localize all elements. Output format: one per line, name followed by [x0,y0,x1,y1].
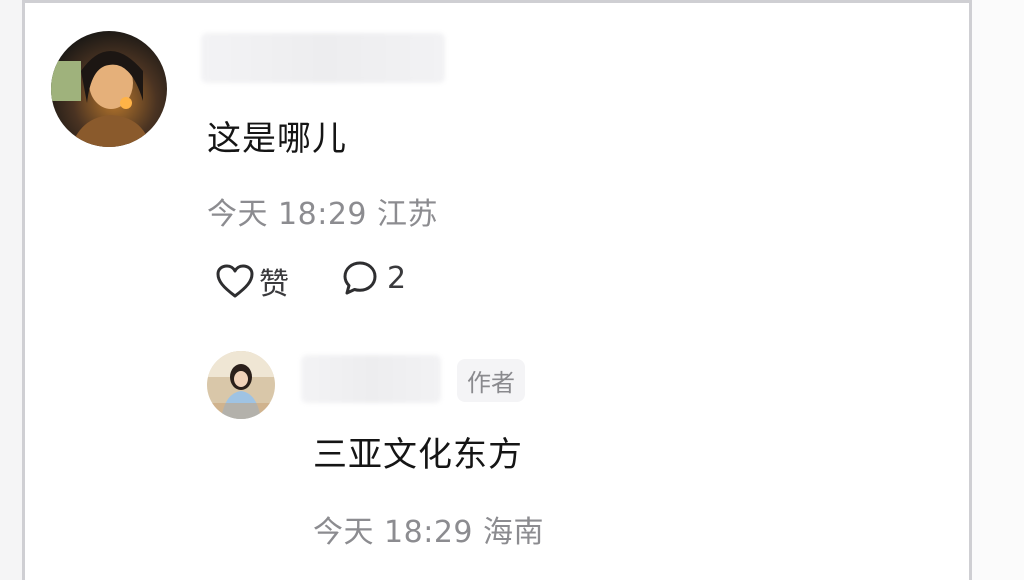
reply-text: 三亚文化东方 [313,435,523,475]
comment-meta: 今天 18:29 江苏 [207,189,438,233]
comment-panel: 这是哪儿 今天 18:29 江苏 赞 2 作者 三亚文化东方 今天 18:29 … [22,0,972,580]
reply-location: 海南 [483,515,545,550]
comment-text: 这是哪儿 [207,119,347,159]
author-name-redacted [301,355,441,403]
heart-icon [215,263,255,299]
comment-time: 今天 18:29 [207,197,367,232]
comment-location: 江苏 [377,197,439,232]
comment-bubble-icon [341,259,379,297]
author-avatar[interactable] [207,351,275,419]
commenter-name-redacted [201,33,445,83]
like-button[interactable]: 赞 [215,259,289,303]
commenter-avatar[interactable] [51,31,167,147]
author-badge: 作者 [457,359,525,402]
like-label: 赞 [259,267,289,302]
cut-off-actions [321,573,571,580]
reply-count-button[interactable]: 2 [341,259,406,297]
reply-count: 2 [387,260,407,296]
right-margin [972,0,1024,580]
reply-meta: 今天 18:29 海南 [313,507,544,551]
reply-time: 今天 18:29 [313,515,473,550]
